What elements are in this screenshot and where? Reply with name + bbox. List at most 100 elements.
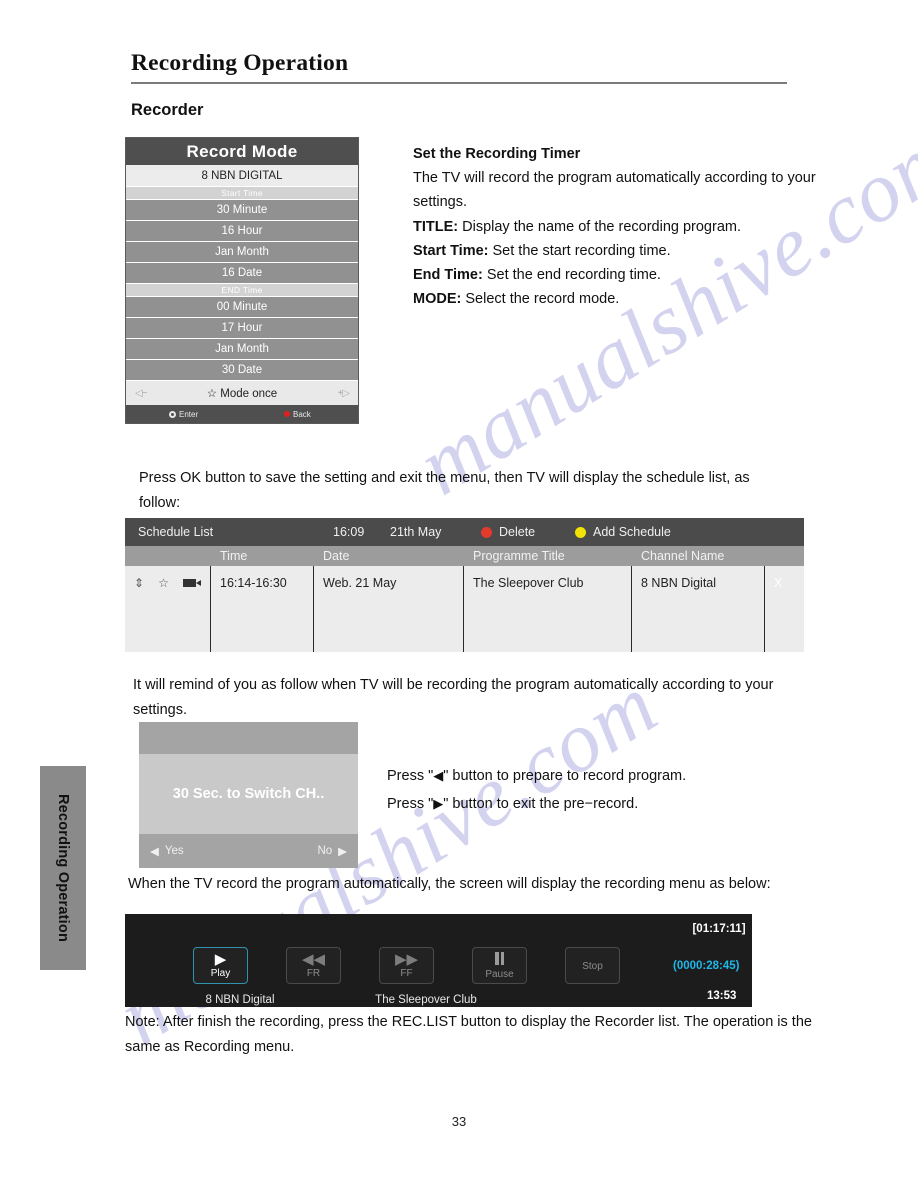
- play-label: Play: [210, 967, 231, 979]
- pause-icon: [494, 951, 505, 968]
- press-instruction-line-1: Press "◀" button to prepare to record pr…: [387, 762, 787, 790]
- schedule-list-title: Schedule List: [138, 525, 214, 539]
- column-header-channel-name: Channel Name: [641, 549, 725, 563]
- record-mode-start-date[interactable]: 16 Date: [126, 263, 358, 284]
- record-mode-end-time-label: END Time: [126, 284, 358, 297]
- dialog-no-label: No: [317, 845, 333, 857]
- fast-rewind-icon: ◀◀: [301, 950, 326, 968]
- footer-back-hint[interactable]: Back: [284, 410, 311, 419]
- footer-back-label: Back: [293, 409, 311, 419]
- enter-button-icon: [169, 410, 176, 418]
- stop-button[interactable]: Stop: [565, 947, 620, 984]
- triangle-left-icon: ◀: [150, 846, 159, 858]
- play-button[interactable]: ▶ Play: [193, 947, 248, 984]
- dialog-message: 30 Sec. to Switch CH..: [139, 754, 358, 834]
- record-mode-end-hour[interactable]: 17 Hour: [126, 318, 358, 339]
- record-mode-title: Record Mode: [126, 138, 358, 165]
- timer-info-item-start-time: Start Time: Set the start recording time…: [413, 239, 817, 263]
- page-content: Recording Operation Recorder Record Mode…: [0, 0, 918, 1188]
- playback-channel-name: 8 NBN Digital: [205, 994, 275, 1006]
- playback-elapsed-time: (0000:28:45): [673, 960, 740, 972]
- pause-button[interactable]: Pause: [472, 947, 527, 984]
- triangle-left-icon: ◀: [433, 768, 444, 783]
- row-date: Web. 21 May: [314, 566, 464, 652]
- timer-info-item-end-time-text: Set the end recording time.: [482, 267, 661, 284]
- row-icons-cell: ⇕ ☆: [125, 566, 211, 652]
- schedule-list-date: 21th May: [390, 525, 442, 539]
- playback-programme-title: The Sleepover Club: [375, 994, 477, 1006]
- triangle-right-icon: ▶: [433, 796, 444, 811]
- delete-schedule-button[interactable]: Delete: [481, 525, 535, 539]
- timer-info-item-mode-label: MODE:: [413, 291, 462, 308]
- add-schedule-label: Add Schedule: [593, 525, 671, 539]
- record-mode-start-month[interactable]: Jan Month: [126, 242, 358, 263]
- total-timecode: [01:17:11]: [692, 923, 746, 935]
- record-mode-start-time-label: Start Time: [126, 187, 358, 200]
- row-programme-title: The Sleepover Club: [464, 566, 632, 652]
- timer-info-item-title-text: Display the name of the recording progra…: [458, 218, 742, 235]
- red-button-icon: [284, 411, 290, 417]
- column-header-programme-title: Programme Title: [473, 549, 565, 563]
- dialog-top-band: [139, 722, 358, 754]
- timer-info-item-mode-text: Select the record mode.: [461, 291, 620, 308]
- schedule-list-header-row: Time Date Programme Title Channel Name: [125, 546, 804, 566]
- schedule-list-clock: 16:09: [333, 525, 365, 539]
- fast-rewind-button[interactable]: ◀◀ FR: [286, 947, 341, 984]
- timer-info-heading: Set the Recording Timer: [413, 146, 581, 162]
- timer-info-item-end-time-label: End Time:: [413, 267, 483, 284]
- timer-info-item-title: TITLE: Display the name of the recording…: [413, 215, 817, 239]
- add-schedule-button[interactable]: Add Schedule: [575, 525, 671, 539]
- footer-enter-label: Enter: [179, 409, 199, 419]
- record-mode-end-minute[interactable]: 00 Minute: [126, 297, 358, 318]
- timer-info-item-title-label: TITLE:: [413, 218, 459, 235]
- playback-clock: 13:53: [707, 990, 737, 1002]
- chevron-left-icon[interactable]: ◁−: [135, 388, 147, 399]
- row-close-icon[interactable]: X: [765, 566, 804, 652]
- record-mode-mode-row[interactable]: ◁− ☆ Mode once +▷: [126, 381, 358, 405]
- press-line2-suffix: " button to exit the pre−record.: [443, 796, 639, 812]
- timer-info-item-start-time-label: Start Time:: [413, 242, 489, 259]
- title-divider: [131, 82, 787, 84]
- schedule-list-panel: Schedule List 16:09 21th May Delete Add …: [125, 518, 804, 652]
- column-header-actions: [765, 546, 804, 566]
- fast-rewind-label: FR: [306, 967, 321, 979]
- footer-enter-hint[interactable]: Enter: [169, 410, 198, 419]
- record-mode-end-month[interactable]: Jan Month: [126, 339, 358, 360]
- record-mode-menu: Record Mode 8 NBN DIGITAL Start Time 30 …: [125, 137, 359, 424]
- fast-forward-label: FF: [400, 967, 413, 979]
- transport-button-row: ▶ Play ◀◀ FR ▶▶ FF Pause Stop: [193, 947, 620, 984]
- record-mode-channel-row[interactable]: 8 NBN DIGITAL: [126, 165, 358, 187]
- press-instructions-block: Press "◀" button to prepare to record pr…: [387, 762, 787, 818]
- press-line1-prefix: Press ": [387, 768, 434, 784]
- row-icon-group: ⇕ ☆: [134, 576, 210, 590]
- note-text: Note: After finish the recording, press …: [125, 1014, 812, 1055]
- table-row[interactable]: ⇕ ☆ 16:14-16:30 Web. 21 May The Sleepove…: [125, 566, 804, 652]
- pause-label: Pause: [485, 968, 514, 980]
- dialog-yes-button[interactable]: ◀ Yes: [150, 844, 184, 858]
- press-line2-prefix: Press ": [387, 796, 434, 812]
- chevron-right-icon[interactable]: +▷: [337, 388, 349, 399]
- row-channel-name: 8 NBN Digital: [632, 566, 765, 652]
- play-icon: ▶: [214, 950, 227, 968]
- page-title: Recording Operation: [131, 50, 349, 76]
- timer-info-item-start-time-text: Set the start recording time.: [488, 242, 671, 259]
- record-mode-footer: Enter Back: [126, 405, 358, 423]
- dialog-yes-label: Yes: [164, 845, 184, 857]
- timer-info-intro: The TV will record the program automatic…: [413, 170, 816, 211]
- record-mode-start-minute[interactable]: 30 Minute: [126, 200, 358, 221]
- page-number: 33: [451, 1114, 467, 1129]
- dialog-no-button[interactable]: No ▶: [317, 844, 347, 858]
- paragraph-press-ok: Press OK button to save the setting and …: [139, 470, 750, 511]
- record-mode-start-hour[interactable]: 16 Hour: [126, 221, 358, 242]
- fast-forward-button[interactable]: ▶▶ FF: [379, 947, 434, 984]
- yellow-button-icon: [575, 526, 586, 538]
- recording-playback-bar: [01:17:11] ▶ Play ◀◀ FR ▶▶ FF Pause Stop: [125, 914, 752, 1007]
- fast-forward-icon: ▶▶: [394, 950, 419, 968]
- star-icon: ☆: [158, 576, 169, 590]
- schedule-list-topbar: Schedule List 16:09 21th May Delete Add …: [125, 518, 804, 546]
- stop-label: Stop: [582, 960, 603, 972]
- press-line1-suffix: " button to prepare to record program.: [443, 768, 687, 784]
- row-time: 16:14-16:30: [211, 566, 314, 652]
- record-mode-end-date[interactable]: 30 Date: [126, 360, 358, 381]
- column-header-icons: [125, 546, 211, 566]
